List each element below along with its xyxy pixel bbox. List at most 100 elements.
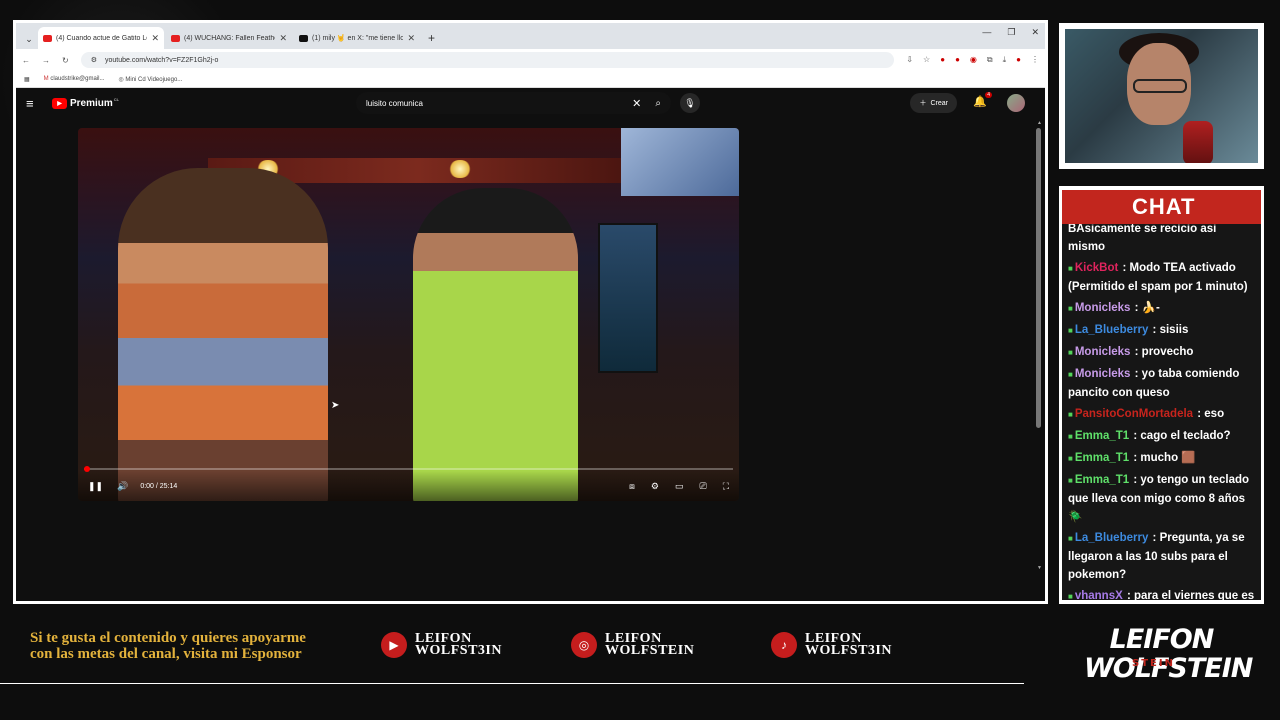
social-line2: WOLFSTEIN: [605, 643, 695, 658]
voice-search-icon[interactable]: 🎙: [680, 93, 700, 113]
extension-icon[interactable]: ●: [955, 55, 960, 65]
install-icon[interactable]: ⇩: [906, 55, 913, 65]
chat-username[interactable]: Emma_T1: [1075, 430, 1129, 442]
kick-badge-icon: ■: [1068, 454, 1073, 463]
close-icon[interactable]: ✕: [407, 33, 415, 44]
url-field[interactable]: ⚙ youtube.com/watch?v=FZ2F1Gh2j-o: [80, 52, 895, 68]
clear-search-icon[interactable]: ✕: [632, 97, 641, 110]
chat-message: BAsicamente se recicio asi mismo: [1068, 220, 1255, 256]
puzzle-icon[interactable]: ⧉: [987, 55, 993, 65]
apps-icon[interactable]: ▦: [24, 76, 30, 83]
browser-window: ⌄ (4) Cuando actue de Gatito Lo... ✕ (4)…: [16, 23, 1045, 601]
chat-username[interactable]: Emma_T1: [1075, 474, 1129, 486]
chat-username[interactable]: Emma_T1: [1075, 452, 1129, 464]
chat-message: ■ Emma_T1 : yo tengo un teclado que lleva…: [1068, 471, 1255, 526]
time-display: 0:00 / 25:14: [140, 482, 178, 490]
close-icon[interactable]: ✕: [279, 33, 287, 44]
search-input[interactable]: luisito comunica: [366, 99, 632, 108]
chat-username[interactable]: Monicleks: [1075, 368, 1131, 380]
bookmark-label: claudstrike@gmail...: [50, 76, 105, 82]
chat-username[interactable]: La_Blueberry: [1075, 324, 1149, 336]
social-tiktok[interactable]: ♪ LEIFON WOLFST3IN: [771, 632, 892, 658]
tab-title: (1) mily 🤘 en X: "me tiene lloc...: [312, 35, 404, 42]
tab-x-mily[interactable]: (1) mily 🤘 en X: "me tiene lloc... ✕: [294, 27, 420, 49]
notifications-icon[interactable]: 🔔 4: [973, 92, 992, 108]
profile-icon[interactable]: ●: [1016, 55, 1021, 65]
hamburger-menu-icon[interactable]: ≡: [26, 96, 48, 111]
new-tab-button[interactable]: +: [422, 27, 441, 49]
country-code: CL: [113, 96, 120, 102]
logo-text: Premium: [70, 97, 113, 109]
webcam-feed: [1065, 29, 1258, 163]
download-icon[interactable]: ⤓: [1003, 55, 1007, 65]
kick-badge-icon: ■: [1068, 304, 1073, 313]
bookmark-gmail[interactable]: M claudstrike@gmail...: [44, 76, 105, 82]
notification-badge: 4: [985, 92, 992, 98]
extension-icon[interactable]: ◉: [970, 55, 977, 65]
scrollbar[interactable]: [1036, 128, 1041, 428]
chat-username[interactable]: KickBot: [1075, 262, 1118, 274]
bookmark-star-icon[interactable]: ☆: [923, 55, 930, 65]
chat-message: ■ La_Blueberry : Pregunta, ya se llegaron…: [1068, 529, 1255, 584]
chat-username[interactable]: vhannsX: [1075, 590, 1123, 600]
pause-icon[interactable]: ❚❚: [88, 481, 103, 492]
chat-username[interactable]: La_Blueberry: [1075, 532, 1149, 544]
browser-frame: ⌄ (4) Cuando actue de Gatito Lo... ✕ (4)…: [13, 20, 1048, 604]
tab-youtube-wuchang[interactable]: (4) WUCHANG: Fallen Feathers ✕: [166, 27, 292, 49]
chat-message: ■ PansitoConMortadela : eso: [1068, 405, 1255, 424]
youtube-icon: ▶: [381, 632, 407, 658]
search-box[interactable]: luisito comunica ✕ ⌕: [356, 92, 671, 114]
youtube-page: ≡ ▶ Premium CL luisito comunica ✕ ⌕ 🎙 ＋ …: [16, 88, 1045, 601]
maximize-icon[interactable]: ❐: [1007, 27, 1015, 38]
tab-title: (4) Cuando actue de Gatito Lo...: [56, 34, 148, 42]
extension-icon[interactable]: ●: [940, 55, 945, 65]
player-controls: ❚❚ 🔊 0:00 / 25:14 ⧈ ⚙ ▭ ⎚ ⛶: [78, 471, 739, 501]
address-bar: ← → ↻ ⚙ youtube.com/watch?v=FZ2F1Gh2j-o …: [16, 49, 1045, 71]
chat-banner: CHAT: [1062, 190, 1261, 224]
avatar[interactable]: [1007, 94, 1025, 112]
volume-icon[interactable]: 🔊: [117, 481, 128, 492]
settings-gear-icon[interactable]: ⚙: [651, 481, 659, 492]
scroll-up-arrow[interactable]: ▲: [1037, 120, 1042, 126]
footer-divider: [0, 683, 1024, 684]
kick-badge-icon: ■: [1068, 370, 1073, 379]
back-icon[interactable]: ←: [22, 56, 30, 65]
tab-search-icon[interactable]: ⌄: [20, 29, 38, 49]
social-name: LEIFON WOLFST3IN: [415, 632, 502, 658]
video-frame-person-right: [413, 188, 578, 501]
search-icon[interactable]: ⌕: [655, 98, 661, 109]
more-icon[interactable]: ⋮: [1031, 55, 1039, 65]
chat-message: ■vhannsX : para el viernes que es black …: [1068, 587, 1255, 600]
video-player[interactable]: ➤ ❚❚ 🔊 0:00 / 25:14 ⧈ ⚙ ▭ ⎚ ⛶: [78, 128, 739, 501]
forward-icon[interactable]: →: [42, 56, 50, 65]
tab-bar: ⌄ (4) Cuando actue de Gatito Lo... ✕ (4)…: [16, 23, 1045, 49]
chat-username[interactable]: Monicleks: [1075, 302, 1131, 314]
youtube-premium-logo[interactable]: ▶ Premium CL: [52, 96, 120, 109]
social-line2: WOLFST3IN: [415, 643, 502, 658]
subtitles-icon[interactable]: ⧈: [629, 481, 635, 492]
reload-icon[interactable]: ↻: [62, 56, 69, 65]
cast-icon[interactable]: ⎚: [699, 481, 706, 492]
social-instagram[interactable]: ◎ LEIFON WOLFSTEIN: [571, 632, 694, 658]
social-youtube[interactable]: ▶ LEIFON WOLFST3IN: [381, 632, 502, 658]
theater-mode-icon[interactable]: ▭: [675, 481, 684, 492]
create-button[interactable]: ＋ Crear: [910, 93, 957, 113]
bookmark-minicd[interactable]: ◎ Mini Cd Videojuego...: [118, 76, 182, 83]
social-name: LEIFON WOLFSTEIN: [605, 632, 695, 658]
player-right-controls: ⧈ ⚙ ▭ ⎚ ⛶: [629, 481, 729, 492]
chat-username[interactable]: Monicleks: [1075, 346, 1131, 358]
minimize-icon[interactable]: —: [982, 27, 991, 38]
youtube-header: ≡ ▶ Premium CL luisito comunica ✕ ⌕ 🎙 ＋ …: [16, 88, 1045, 118]
url-text: youtube.com/watch?v=FZ2F1Gh2j-o: [104, 56, 219, 64]
close-icon[interactable]: ✕: [151, 33, 159, 44]
video-progress-bar[interactable]: [84, 466, 733, 472]
tab-youtube-gatito[interactable]: (4) Cuando actue de Gatito Lo... ✕: [38, 27, 164, 49]
site-info-icon[interactable]: ⚙: [91, 56, 97, 64]
scroll-down-arrow[interactable]: ▼: [1037, 565, 1042, 571]
extensions-bar: ⇩ ☆ ● ● ◉ ⧉ ⤓ ● ⋮: [906, 55, 1039, 65]
chat-username[interactable]: PansitoConMortadela: [1075, 408, 1193, 420]
fullscreen-icon[interactable]: ⛶: [723, 481, 729, 492]
close-window-icon[interactable]: ✕: [1031, 27, 1039, 38]
video-frame-person-left: [118, 168, 328, 501]
webcam-frame: [1059, 23, 1264, 169]
